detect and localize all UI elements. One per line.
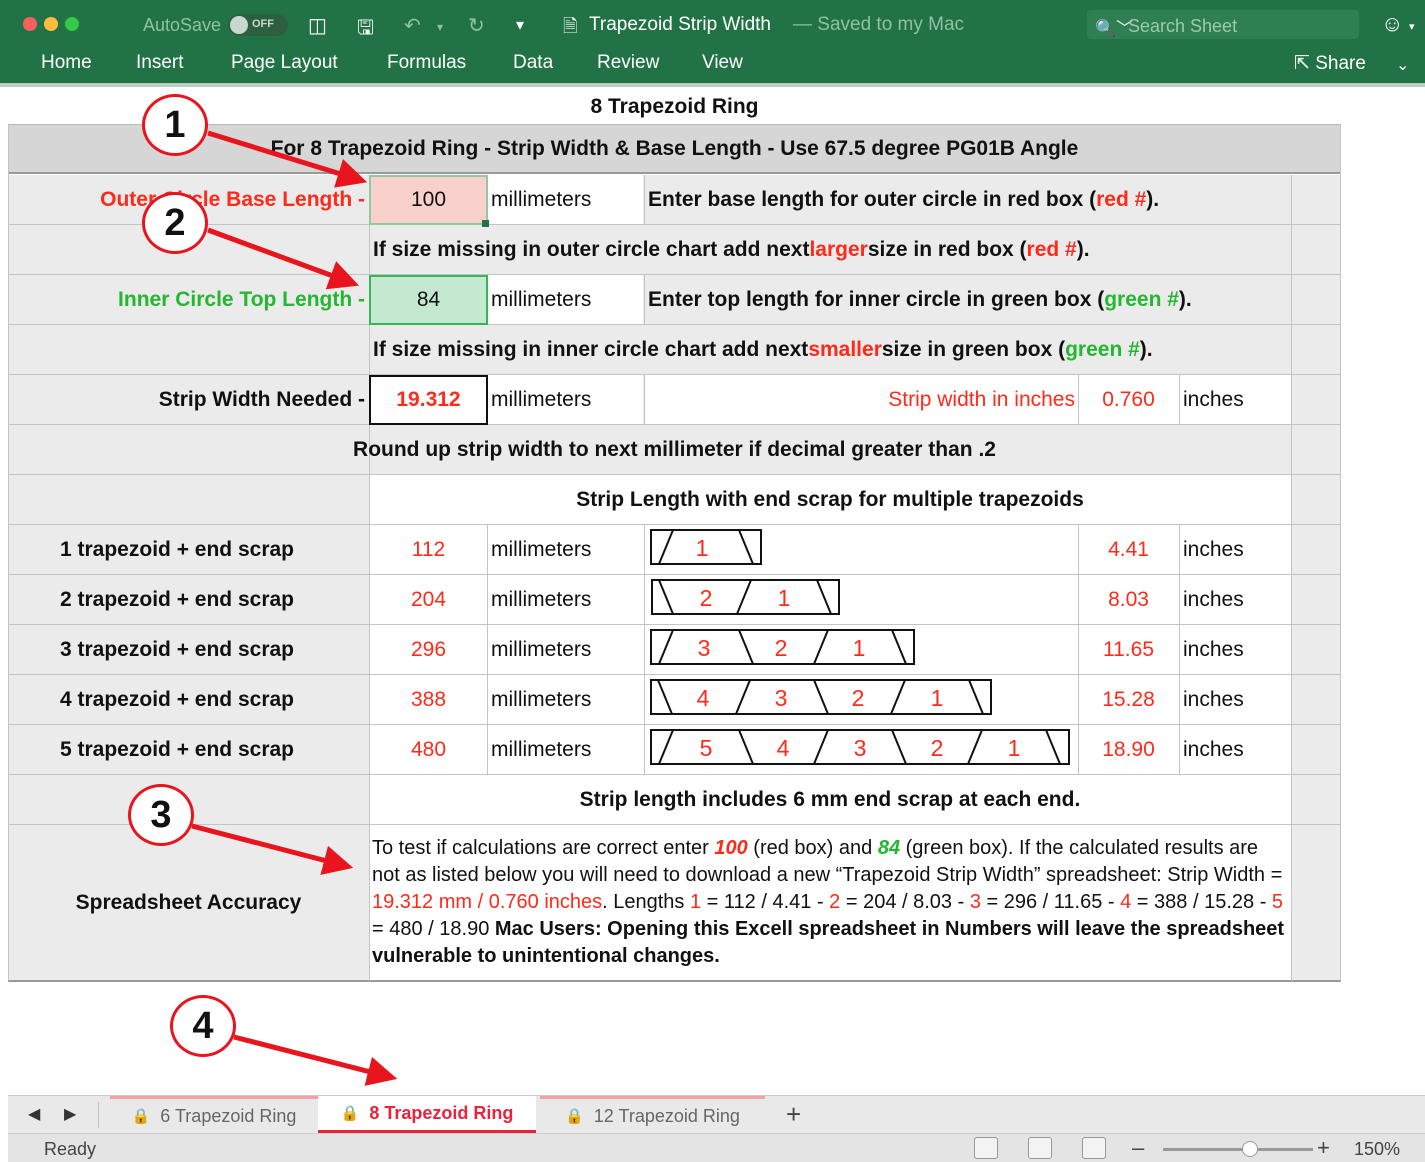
callout-2: 2 xyxy=(142,192,208,254)
callout-1: 1 xyxy=(142,94,208,156)
callout-arrows xyxy=(191,130,398,1086)
arrow-4 xyxy=(233,1034,398,1086)
arrow-2 xyxy=(207,227,360,290)
arrow-1 xyxy=(207,130,368,188)
callout-3: 3 xyxy=(128,784,194,846)
callout-4: 4 xyxy=(170,995,236,1057)
arrow-3 xyxy=(191,823,354,875)
